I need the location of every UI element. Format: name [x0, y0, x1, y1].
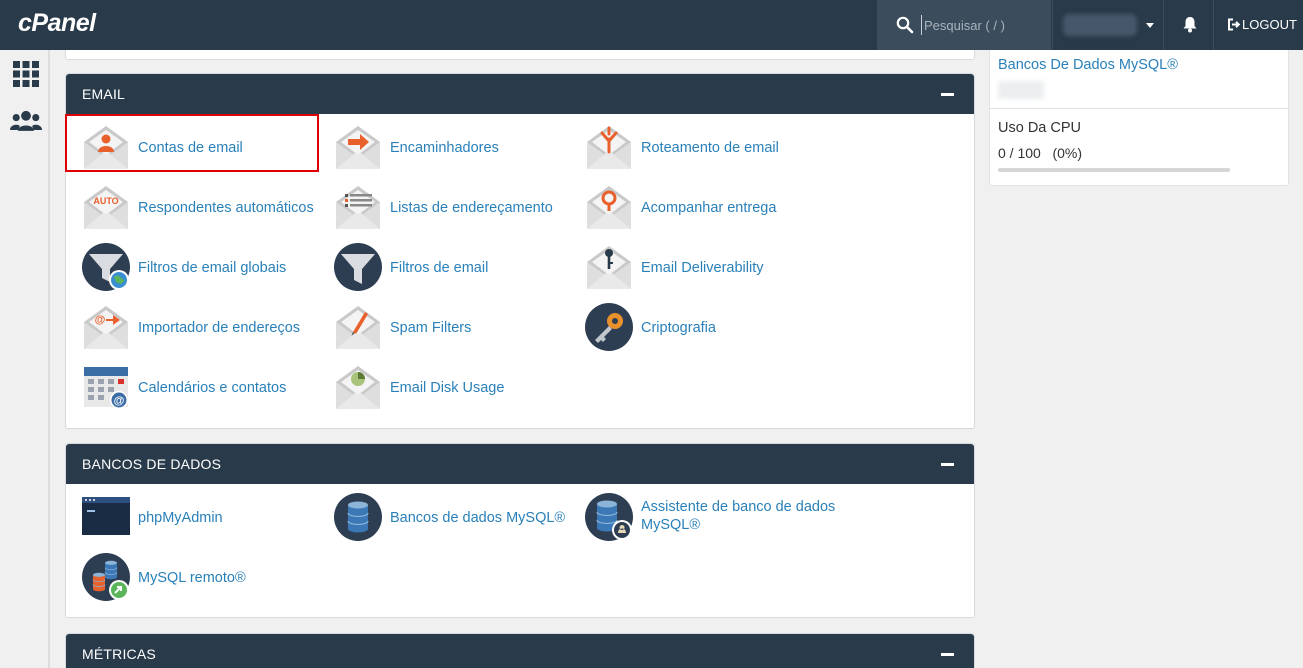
- calendars-contacts-icon: @: [84, 367, 128, 409]
- logout-button[interactable]: LOGOUT: [1215, 0, 1303, 50]
- metrics-panel-title: MÉTRICAS: [82, 646, 156, 662]
- user-menu[interactable]: [1052, 0, 1164, 50]
- collapse-icon[interactable]: [941, 653, 954, 656]
- username-redacted: [1063, 14, 1137, 36]
- previous-panel-edge: [65, 50, 975, 60]
- svg-text:@: @: [95, 314, 106, 326]
- search-input[interactable]: [921, 15, 1041, 35]
- top-bar: cPanel LOGOUT: [0, 0, 1303, 50]
- email-panel: EMAIL Contas de email Encaminhadores Rot…: [65, 73, 975, 429]
- cpu-usage-value: 0 / 100 (0%): [998, 145, 1083, 161]
- email-routing-link[interactable]: Roteamento de email: [570, 116, 820, 170]
- mysql-wizard-icon: [585, 493, 633, 541]
- item-label: Email Deliverability: [641, 260, 764, 276]
- item-label: Encaminhadores: [390, 140, 499, 156]
- svg-text:AUTO: AUTO: [93, 196, 118, 206]
- global-email-filters-link[interactable]: Filtros de email globais: [67, 236, 317, 291]
- item-label: Spam Filters: [390, 320, 472, 336]
- spam-filters-link[interactable]: Spam Filters: [319, 296, 569, 350]
- logout-icon: [1228, 18, 1240, 31]
- email-routing-icon: [587, 126, 631, 169]
- address-importer-icon: @: [84, 306, 128, 349]
- item-label: MySQL remoto®: [138, 570, 246, 586]
- mysql-databases-link[interactable]: Bancos de dados MySQL®: [319, 486, 569, 541]
- item-label: Bancos de dados MySQL®: [390, 510, 566, 526]
- item-label: phpMyAdmin: [138, 510, 223, 526]
- mailing-lists-icon: [336, 186, 380, 229]
- encryption-link[interactable]: Criptografia: [570, 296, 820, 351]
- caret-down-icon: [1146, 23, 1154, 28]
- email-accounts-icon: [84, 126, 128, 169]
- collapse-icon[interactable]: [941, 463, 954, 466]
- bell-icon: [1183, 17, 1197, 33]
- item-label: Importador de endereços: [138, 320, 301, 336]
- mailing-lists-link[interactable]: Listas de endereçamento: [319, 176, 569, 230]
- databases-panel-title: BANCOS DE DADOS: [82, 456, 222, 472]
- email-panel-title: EMAIL: [82, 86, 126, 102]
- forwarders-icon: [336, 126, 380, 169]
- notifications-button[interactable]: [1165, 0, 1214, 50]
- autoresponders-link[interactable]: AUTO Respondentes automáticos: [67, 176, 317, 230]
- item-label: Calendários e contatos: [138, 380, 287, 396]
- track-delivery-link[interactable]: Acompanhar entrega: [570, 176, 820, 230]
- search-box: [877, 0, 1051, 50]
- stats-panel: Bancos De Dados MySQL® Uso Da CPU 0 / 10…: [989, 50, 1290, 186]
- cpanel-logo[interactable]: cPanel: [18, 9, 96, 38]
- item-label: Roteamento de email: [641, 140, 779, 156]
- mysql-databases-icon: [334, 493, 382, 541]
- email-accounts-link[interactable]: Contas de email: [65, 114, 319, 172]
- email-filters-link[interactable]: Filtros de email: [319, 236, 569, 291]
- stat-value-redacted: [998, 81, 1044, 99]
- mysql-databases-stat-link[interactable]: Bancos De Dados MySQL®: [998, 57, 1178, 73]
- item-label: Acompanhar entrega: [641, 200, 777, 216]
- spam-filters-icon: [336, 306, 380, 349]
- item-label: Filtros de email globais: [138, 260, 287, 276]
- email-filters-icon: [334, 243, 382, 291]
- cpu-usage-bar: [998, 168, 1230, 172]
- svg-text:@: @: [114, 395, 125, 407]
- left-rail: [0, 50, 50, 668]
- mysql-wizard-link[interactable]: Assistente de banco de dados MySQL®: [570, 486, 835, 541]
- item-label: Assistente de banco de dados MySQL®: [641, 499, 836, 533]
- email-disk-usage-link[interactable]: Email Disk Usage: [319, 356, 569, 410]
- item-label: Criptografia: [641, 320, 716, 336]
- remote-mysql-icon: [82, 553, 130, 601]
- email-deliverability-link[interactable]: Email Deliverability: [570, 236, 820, 290]
- logout-label: LOGOUT: [1242, 17, 1297, 32]
- search-icon: [896, 16, 914, 34]
- metrics-panel: MÉTRICAS: [65, 633, 975, 668]
- item-label: Listas de endereçamento: [390, 200, 553, 216]
- item-label: Respondentes automáticos: [138, 200, 314, 216]
- phpmyadmin-icon: [82, 497, 130, 535]
- item-label: Filtros de email: [390, 260, 489, 276]
- cpu-usage-title: Uso Da CPU: [998, 120, 1081, 136]
- item-label: Contas de email: [138, 140, 243, 156]
- autoresponders-icon: AUTO: [84, 186, 128, 229]
- email-deliverability-icon: [587, 246, 631, 289]
- encryption-icon: [585, 303, 633, 351]
- email-panel-header[interactable]: EMAIL: [66, 74, 974, 114]
- remote-mysql-link[interactable]: MySQL remoto®: [67, 546, 317, 601]
- track-delivery-icon: [587, 186, 631, 229]
- databases-panel-header[interactable]: BANCOS DE DADOS: [66, 444, 974, 484]
- calendars-contacts-link[interactable]: @ Calendários e contatos: [67, 356, 317, 410]
- databases-panel: BANCOS DE DADOS phpMyAdmin Bancos de dad…: [65, 443, 975, 618]
- users-icon[interactable]: [10, 106, 42, 138]
- phpmyadmin-link[interactable]: phpMyAdmin: [67, 486, 317, 540]
- grid-icon[interactable]: [10, 58, 42, 90]
- collapse-icon[interactable]: [941, 93, 954, 96]
- divider: [990, 108, 1290, 109]
- forwarders-link[interactable]: Encaminhadores: [319, 116, 569, 170]
- address-importer-link[interactable]: @ Importador de endereços: [67, 296, 317, 350]
- item-label: Email Disk Usage: [390, 380, 505, 396]
- metrics-panel-header[interactable]: MÉTRICAS: [66, 634, 974, 668]
- global-email-filters-icon: [82, 243, 130, 291]
- email-disk-usage-icon: [336, 366, 380, 409]
